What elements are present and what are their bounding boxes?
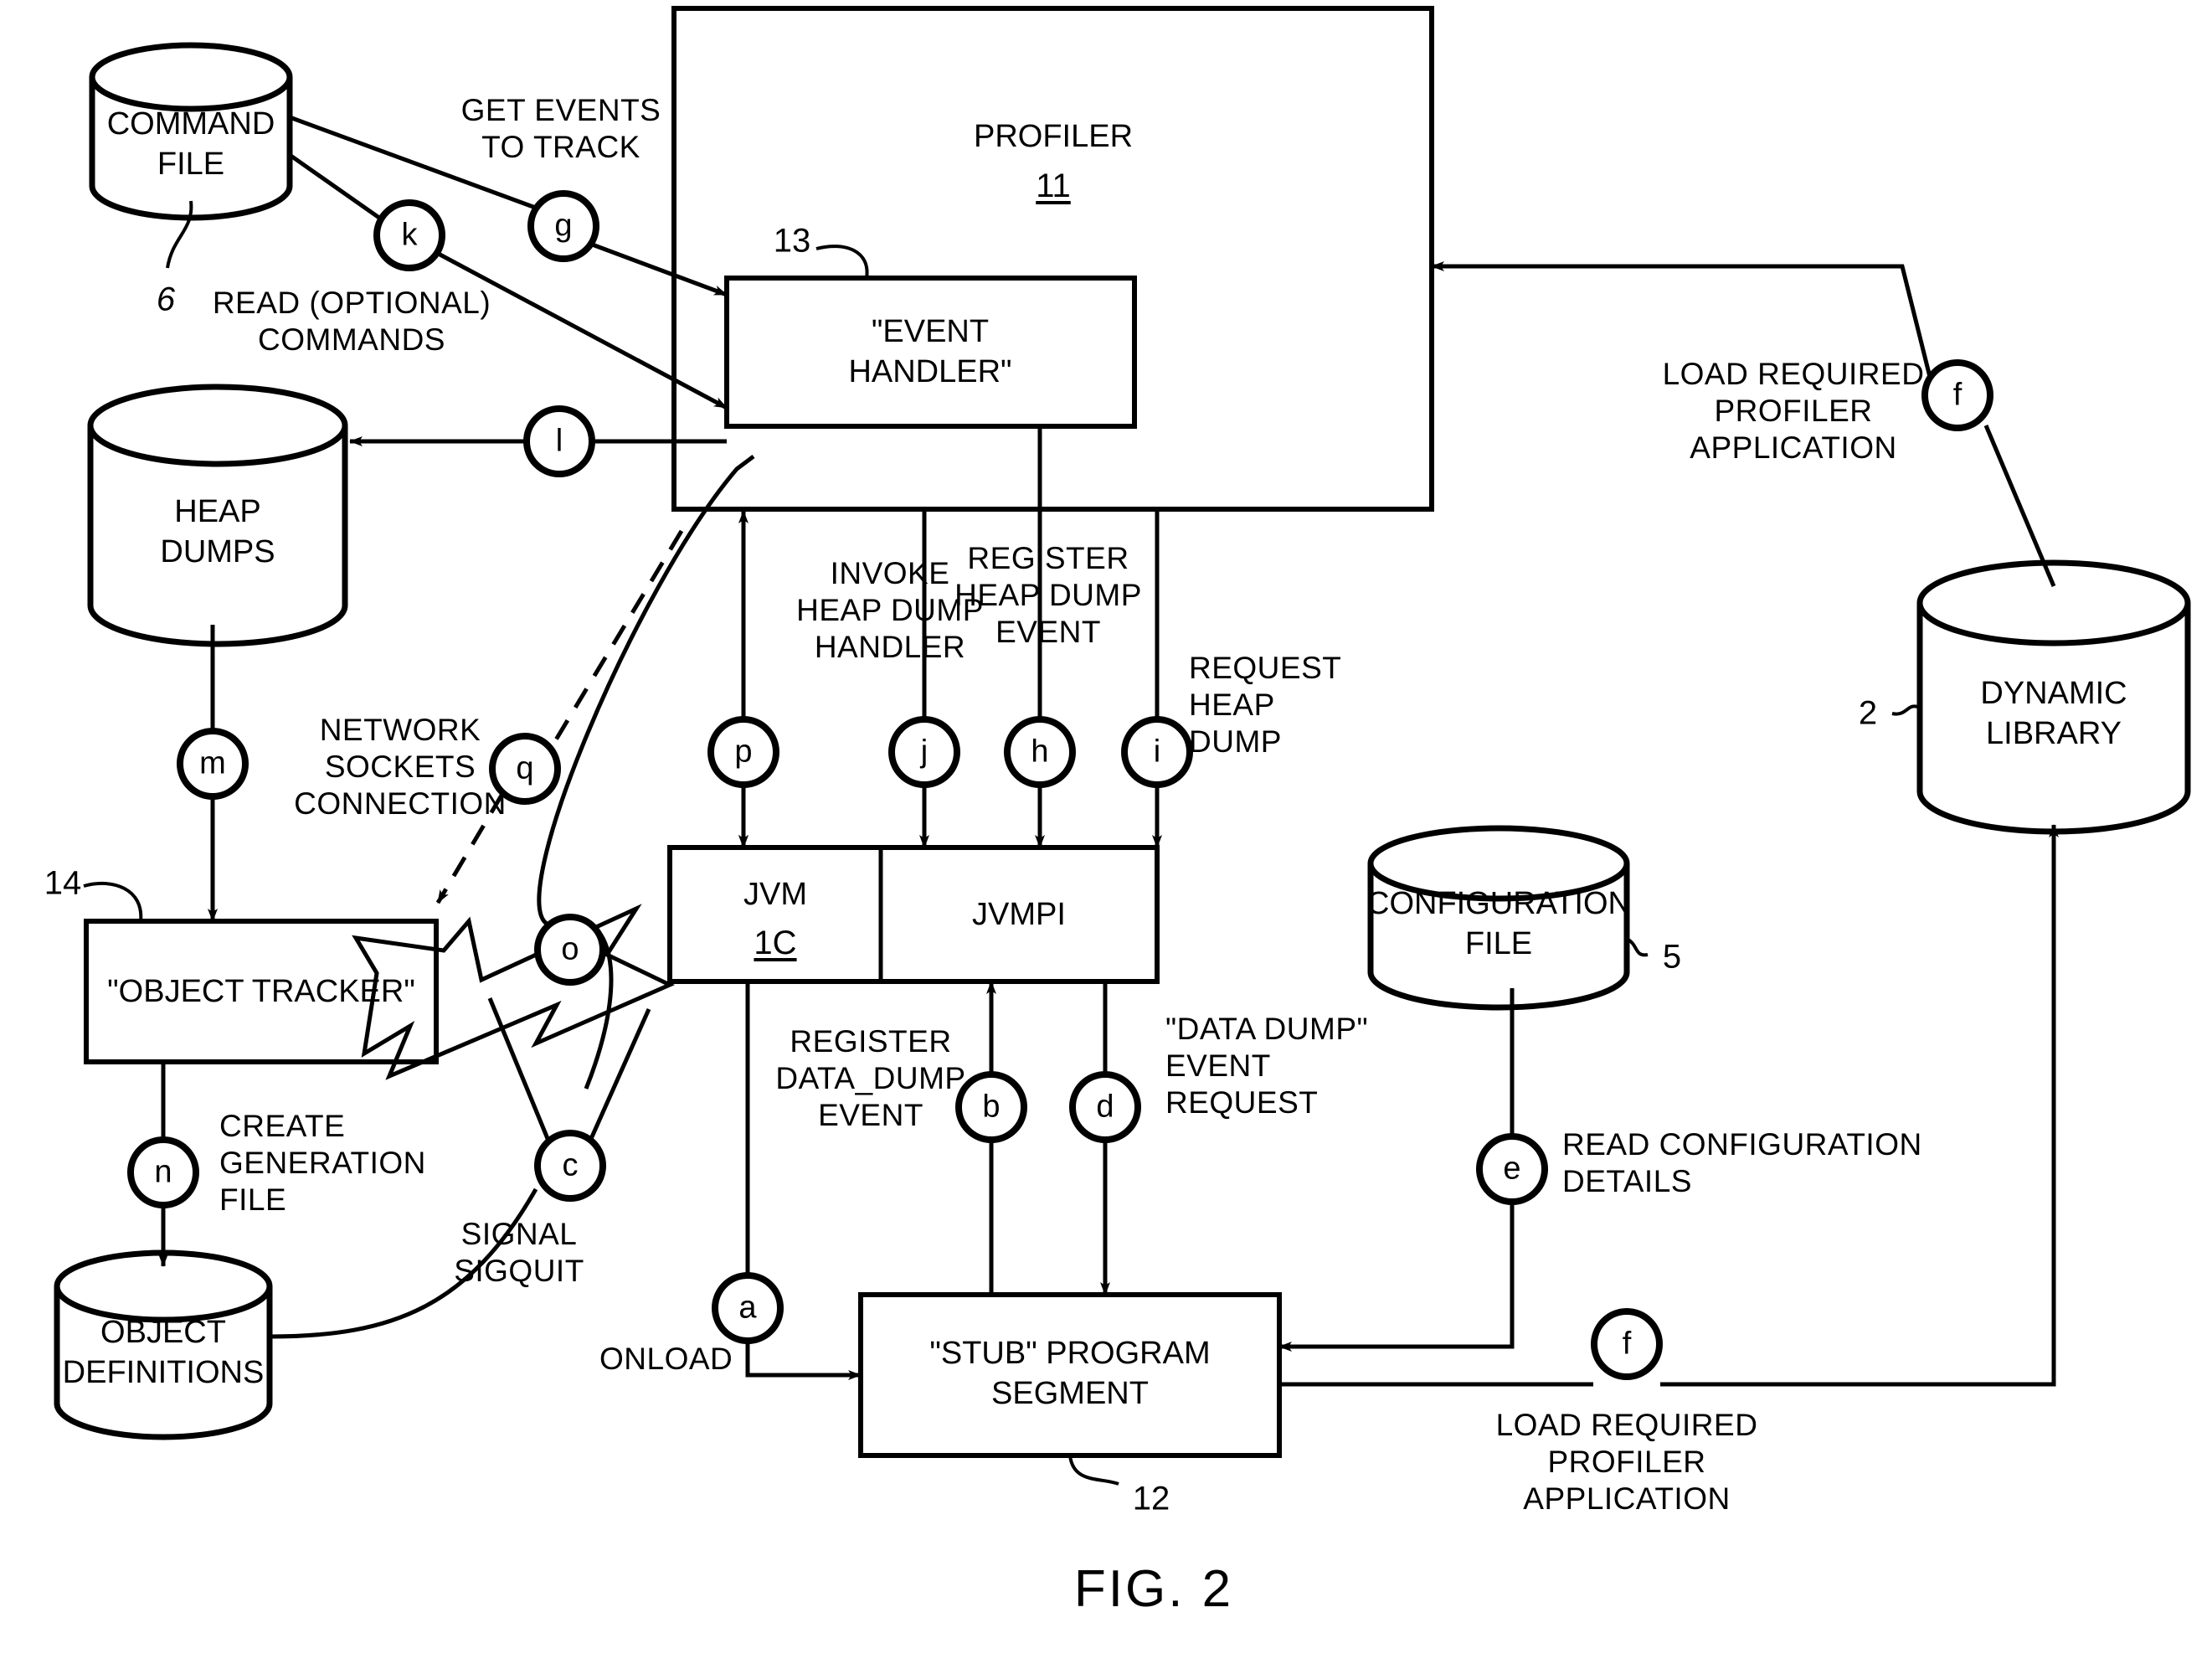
object-definitions-label: OBJECT DEFINITIONS [62, 1315, 265, 1390]
annotation-get-events-to-track: GET EVENTS TO TRACK [460, 93, 661, 164]
jvm-label: JVM [743, 877, 807, 912]
connector-q-label: q [516, 750, 534, 786]
jvm-ref: 1C [754, 925, 797, 961]
jvm-jvmpi-boxes-outline [667, 845, 1160, 984]
dynamic-library-ref: 2 [1858, 694, 1878, 732]
connector-o-label: o [561, 931, 579, 967]
annotation-register-data-dump-event: REGISTER DATA_DUMP EVENT [775, 1024, 966, 1132]
annotation-load-required-profiler-bottom: LOAD REQUIRED PROFILER APPLICATION [1495, 1408, 1758, 1516]
annotation-read-optional-commands: READ (OPTIONAL) COMMANDS [212, 286, 491, 357]
connector-p-label: p [734, 734, 753, 770]
stub-program-label: "STUB" PROGRAM SEGMENT [929, 1336, 1211, 1411]
heap-dumps-label: HEAP DUMPS [160, 494, 275, 569]
annotation-data-dump-event-request: "DATA DUMP" EVENT REQUEST [1165, 1012, 1369, 1120]
annotation-network-sockets-connection: NETWORK SOCKETS CONNECTION [294, 713, 507, 821]
object-tracker-label: "OBJECT TRACKER" [107, 974, 415, 1009]
configuration-file-label: CONFIGURATION FILE [1366, 886, 1631, 961]
object-tracker-ref: 14 [44, 864, 82, 902]
connector-b-label: b [982, 1089, 1001, 1125]
connector-k-label: k [401, 217, 418, 253]
annotation-signal-sigquit: SIGNAL SIGQUIT [454, 1217, 584, 1288]
event-handler-ref: 13 [773, 222, 811, 260]
connector-f-top-label: f [1952, 377, 1963, 413]
patent-figure-2: PROFILER 11 "EVENT HANDLER" 13 "OBJECT T… [0, 0, 2212, 1664]
connector-i-label: i [1153, 734, 1161, 770]
annotation-onload: ONLOAD [599, 1342, 733, 1376]
connector-m-label: m [199, 745, 226, 781]
stub-program-ref: 12 [1132, 1480, 1170, 1517]
connector-e-label: e [1503, 1151, 1521, 1187]
annotation-request-heap-dump: REQUEST HEAP DUMP [1189, 651, 1342, 759]
connector-g-label: g [554, 208, 573, 244]
annotation-load-required-profiler-top: LOAD REQUIRED PROFILER APPLICATION [1662, 357, 1925, 465]
command-file-ref: 6 [156, 281, 176, 318]
flow-k-read-commands [288, 152, 728, 410]
figure-title: FIG. 2 [1073, 1560, 1234, 1618]
annotation-create-generation-file: CREATE GENERATION FILE [219, 1109, 426, 1217]
connector-j-label: j [920, 734, 929, 770]
connector-f-bottom-label: f [1622, 1326, 1632, 1362]
dynamic-library-label: DYNAMIC LIBRARY [1980, 676, 2127, 751]
diagram-vector-layer [54, 6, 2191, 1486]
annotation-read-configuration-details: READ CONFIGURATION DETAILS [1562, 1127, 1922, 1198]
profiler-ref: 11 [1036, 167, 1071, 204]
flow-c-sigquit-leaders [487, 997, 651, 1142]
connector-c-label: c [562, 1147, 579, 1183]
command-file-label: COMMAND FILE [106, 106, 275, 182]
connector-a-label: a [738, 1290, 757, 1326]
connector-n-label: n [154, 1154, 172, 1190]
profiler-label: PROFILER [973, 119, 1134, 154]
event-handler-label: "EVENT HANDLER" [848, 314, 1012, 389]
configuration-file-ref: 5 [1662, 938, 1682, 976]
connector-d-label: d [1096, 1089, 1114, 1125]
connector-l-label: l [555, 423, 563, 459]
annotation-register-heap-dump-event: REGISTER HEAP DUMP EVENT [954, 541, 1142, 649]
connector-h-label: h [1031, 734, 1049, 770]
jvmpi-label: JVMPI [972, 897, 1066, 932]
